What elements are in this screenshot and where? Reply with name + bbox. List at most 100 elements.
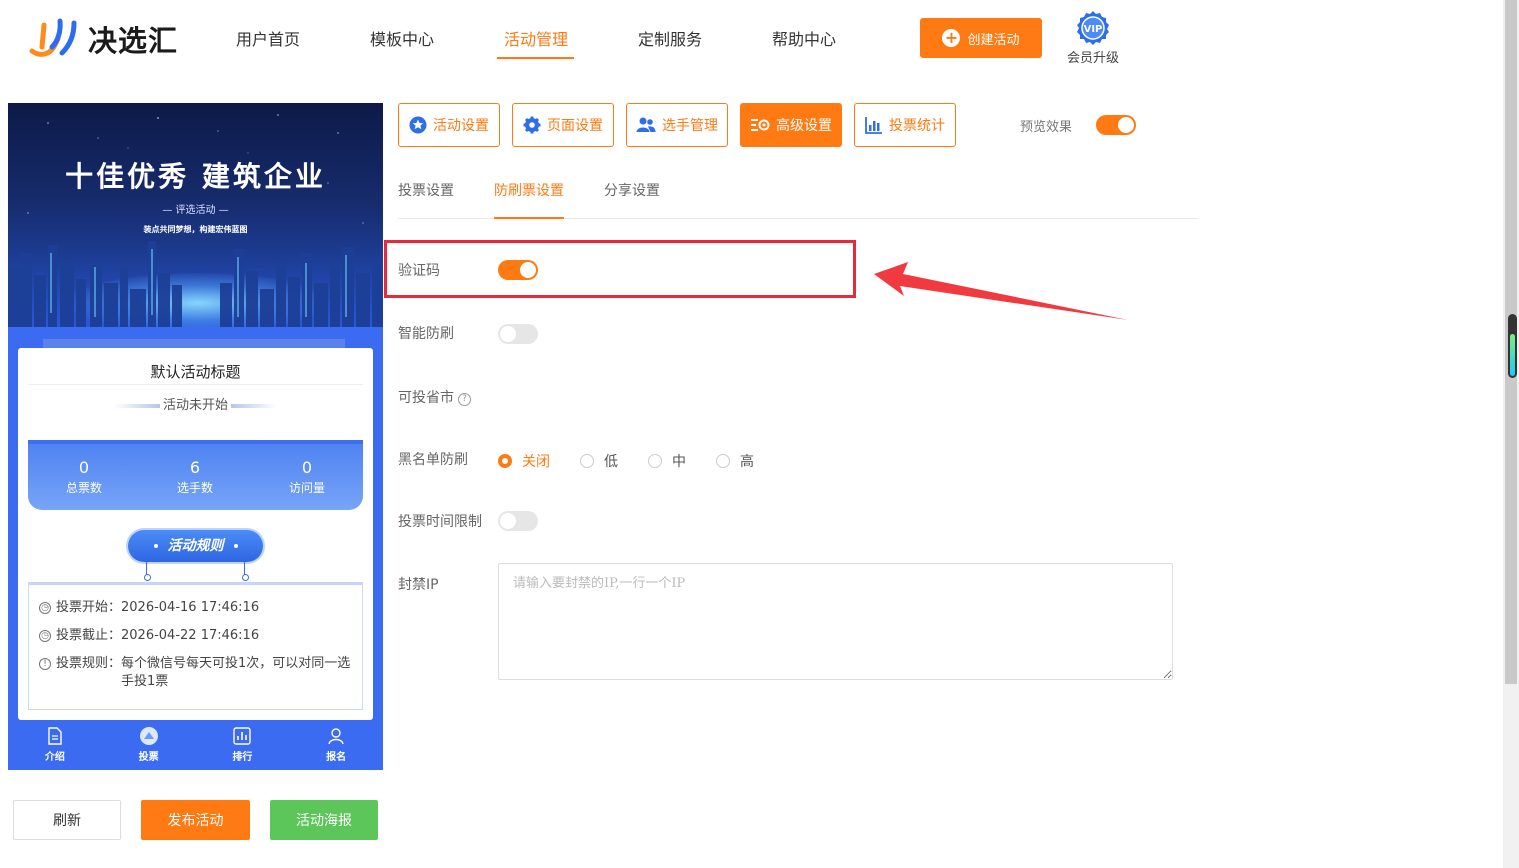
info-key: 投票截止： bbox=[56, 628, 122, 643]
stat-label: 选手数 bbox=[176, 481, 213, 495]
radio-dot bbox=[580, 454, 594, 468]
rules-connector-left bbox=[144, 562, 151, 581]
info-icon: ! bbox=[39, 658, 51, 670]
rules-info-box: ◷ 投票开始： 2026-04-16 17:46:16 ◷ 投票截止： 2026… bbox=[28, 582, 363, 710]
tool-label: 页面设置 bbox=[547, 118, 603, 134]
nav-template-center[interactable]: 模板中心 bbox=[370, 28, 434, 52]
clock-icon: ◷ bbox=[39, 602, 51, 614]
activity-title: 默认活动标题 bbox=[150, 363, 241, 381]
radio-dot bbox=[498, 454, 512, 468]
region-label-text: 可投省市 bbox=[398, 390, 454, 406]
card-divider bbox=[28, 384, 363, 385]
subtab-share-settings[interactable]: 分享设置 bbox=[604, 180, 660, 200]
stat-value: 6 bbox=[189, 458, 201, 477]
stat-contestants: 6 选手数 bbox=[145, 458, 245, 496]
preview-tab-intro[interactable]: 介绍 bbox=[8, 720, 102, 770]
stat-label: 总票数 bbox=[65, 481, 102, 495]
tab-label: 介绍 bbox=[44, 752, 65, 763]
blacklist-option-high[interactable]: 高 bbox=[716, 451, 754, 471]
brand-logo[interactable]: 决选汇 bbox=[28, 16, 188, 62]
info-value: 2026-04-16 17:46:16 bbox=[121, 600, 260, 615]
info-value: 2026-04-22 17:46:16 bbox=[121, 628, 260, 643]
tool-vote-statistics[interactable]: 投票统计 bbox=[854, 103, 956, 147]
hero-slogan: 装点共同梦想，构建宏伟蓝图 bbox=[143, 225, 248, 234]
stat-visits: 0 访问量 bbox=[257, 458, 357, 496]
blacklist-option-low[interactable]: 低 bbox=[580, 451, 618, 471]
user-icon bbox=[328, 728, 344, 745]
preview-tab-signup[interactable]: 报名 bbox=[289, 720, 383, 770]
vote-time-limit-toggle[interactable] bbox=[498, 511, 538, 531]
info-row-end: ◷ 投票截止： 2026-04-22 17:46:16 bbox=[39, 627, 352, 645]
ban-ip-label: 封禁IP bbox=[398, 577, 439, 593]
tool-contestant-management[interactable]: 选手管理 bbox=[626, 103, 728, 147]
hero-title: 十佳优秀 建筑企业 bbox=[65, 160, 326, 193]
activity-rules-heading: 活动规则 bbox=[128, 530, 263, 562]
activity-poster-button[interactable]: 活动海报 bbox=[270, 800, 378, 840]
tool-page-settings[interactable]: 页面设置 bbox=[512, 103, 614, 147]
preview-effect-toggle[interactable] bbox=[1096, 115, 1136, 135]
vote-time-limit-label: 投票时间限制 bbox=[398, 514, 482, 530]
subtab-vote-settings[interactable]: 投票设置 bbox=[398, 180, 454, 200]
blacklist-label: 黑名单防刷 bbox=[398, 452, 468, 468]
toggle-knob bbox=[520, 262, 536, 278]
preview-effect-label: 预览效果 bbox=[1020, 120, 1073, 135]
refresh-button[interactable]: 刷新 bbox=[13, 800, 121, 840]
toggle-knob bbox=[500, 513, 516, 529]
stats-panel: 0 总票数 6 选手数 0 访问量 bbox=[28, 440, 363, 510]
smart-anti-fraud-toggle[interactable] bbox=[498, 324, 538, 344]
region-label: 可投省市? bbox=[398, 387, 471, 407]
info-key: 投票开始： bbox=[56, 600, 122, 615]
captcha-label: 验证码 bbox=[398, 263, 440, 279]
publish-activity-button[interactable]: 发布活动 bbox=[141, 800, 250, 840]
nav-user-home[interactable]: 用户首页 bbox=[236, 28, 300, 52]
clock-icon: ◷ bbox=[39, 630, 51, 642]
radio-label: 中 bbox=[672, 454, 686, 470]
activity-status: 活动未开始 bbox=[162, 398, 228, 413]
nav-activity-management[interactable]: 活动管理 bbox=[504, 28, 568, 52]
stat-label: 访问量 bbox=[288, 481, 325, 495]
mobile-preview: 十佳优秀 建筑企业 — 评选活动 — 装点共同梦想，构建宏伟蓝图 默认活动标题 … bbox=[8, 103, 383, 770]
stat-value: 0 bbox=[78, 458, 90, 477]
preview-tab-bar: 介绍 投票 排行 报名 bbox=[8, 720, 383, 770]
stat-value: 0 bbox=[301, 458, 313, 477]
tool-advanced-settings[interactable]: 高级设置 bbox=[740, 103, 842, 147]
plus-icon: + bbox=[942, 29, 961, 47]
radio-label: 高 bbox=[740, 454, 754, 470]
help-icon[interactable]: ? bbox=[458, 393, 471, 406]
toggle-knob bbox=[500, 326, 516, 342]
tool-label: 高级设置 bbox=[776, 118, 832, 134]
ban-ip-textarea[interactable] bbox=[498, 563, 1173, 680]
activity-card: 默认活动标题 活动未开始 0 总票数 6 选手数 0 访问量 活动规则 ◷ 投票… bbox=[18, 348, 373, 720]
captcha-toggle[interactable] bbox=[498, 260, 538, 280]
vip-badge-icon[interactable]: VIP bbox=[1075, 10, 1111, 46]
vote-icon bbox=[139, 727, 158, 745]
chart-icon bbox=[233, 727, 252, 745]
rules-label: 活动规则 bbox=[167, 538, 224, 554]
subtab-anti-fraud-settings[interactable]: 防刷票设置 bbox=[494, 180, 564, 200]
tool-activity-settings[interactable]: 活动设置 bbox=[398, 103, 500, 147]
vip-badge-text: VIP bbox=[1084, 24, 1103, 35]
settings-icon bbox=[751, 119, 770, 131]
blacklist-option-off[interactable]: 关闭 bbox=[498, 451, 550, 471]
preview-tab-ranking[interactable]: 排行 bbox=[196, 720, 290, 770]
radio-label: 关闭 bbox=[522, 454, 550, 470]
preview-tab-vote[interactable]: 投票 bbox=[102, 720, 196, 770]
stat-total-votes: 0 总票数 bbox=[34, 458, 134, 496]
create-activity-button[interactable]: + 创建活动 bbox=[920, 18, 1042, 58]
info-key: 投票规则： bbox=[56, 656, 122, 671]
star-icon bbox=[409, 116, 427, 134]
rules-connector-right bbox=[242, 562, 249, 581]
nav-help-center[interactable]: 帮助中心 bbox=[772, 28, 836, 52]
bar-chart-icon bbox=[865, 117, 882, 134]
dot-icon bbox=[233, 544, 238, 548]
tool-label: 投票统计 bbox=[889, 118, 945, 134]
tool-label: 活动设置 bbox=[433, 118, 489, 134]
nav-custom-service[interactable]: 定制服务 bbox=[638, 28, 702, 52]
vip-upgrade-label[interactable]: 会员升级 bbox=[1067, 47, 1119, 66]
pointer-arrow-annotation bbox=[874, 262, 1128, 320]
info-value: 每个微信号每天可投1次，可以对同一选手投1票 bbox=[121, 656, 351, 689]
floating-scroll-indicator bbox=[1510, 334, 1515, 376]
blacklist-option-medium[interactable]: 中 bbox=[648, 451, 686, 471]
document-icon bbox=[48, 727, 62, 745]
info-row-start: ◷ 投票开始： 2026-04-16 17:46:16 bbox=[39, 599, 352, 617]
